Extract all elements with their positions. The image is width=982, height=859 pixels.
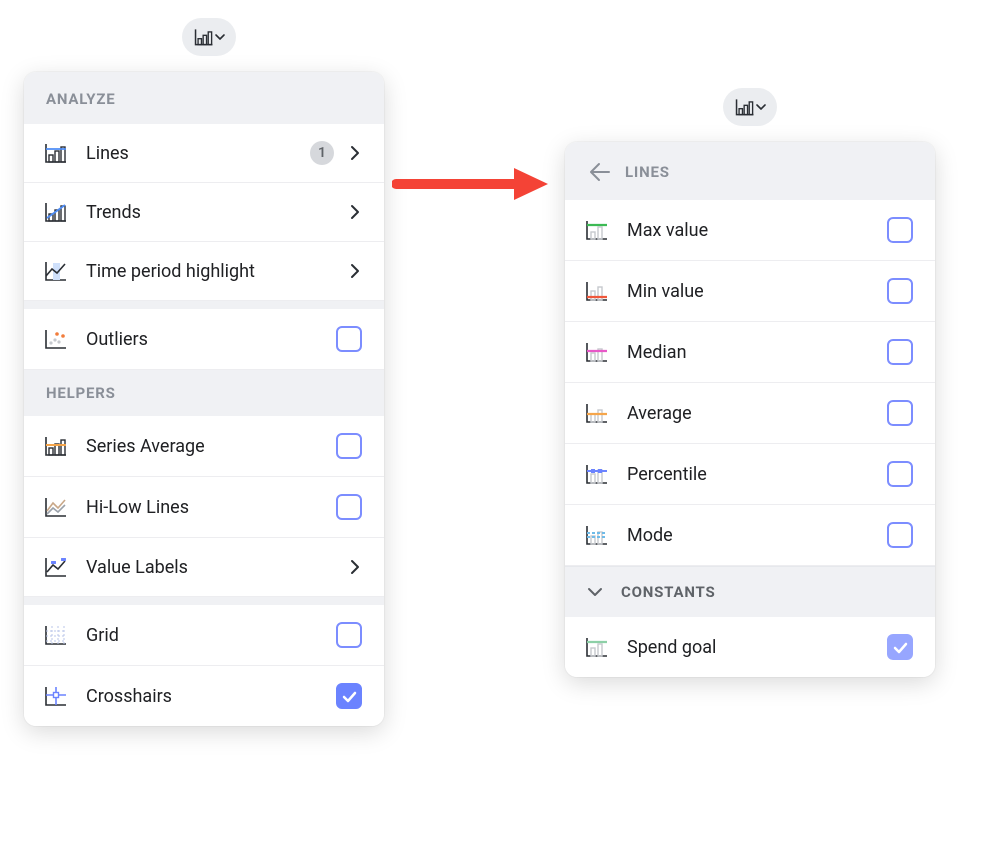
constants-section-toggle[interactable]: CONSTANTS [565, 566, 935, 617]
row-hilow-label: Hi-Low Lines [86, 497, 320, 518]
lines-title: LINES [625, 163, 670, 181]
row-mode-label: Mode [627, 525, 871, 546]
constants-title: CONSTANTS [621, 583, 716, 601]
median-checkbox[interactable] [887, 339, 913, 365]
row-spendgoal-label: Spend goal [627, 637, 871, 658]
trends-row-icon [42, 200, 70, 224]
navigation-arrow-icon [392, 164, 552, 208]
row-median-label: Median [627, 342, 871, 363]
row-max-label: Max value [627, 220, 871, 241]
outliers-row-icon [42, 327, 70, 351]
crosshairs-row-icon [42, 684, 70, 708]
row-grid-label: Grid [86, 625, 320, 646]
hilow-row-icon [42, 495, 70, 519]
grid-row-icon [42, 623, 70, 647]
lines-panel: LINES Max value Min value [565, 142, 935, 677]
row-hi-low-lines[interactable]: Hi-Low Lines [24, 477, 384, 538]
row-crosshairs-label: Crosshairs [86, 686, 320, 707]
valuelabels-row-icon [42, 555, 70, 579]
chevron-right-icon [348, 145, 362, 161]
row-min-label: Min value [627, 281, 871, 302]
row-spend-goal[interactable]: Spend goal [565, 617, 935, 677]
row-average-label: Average [627, 403, 871, 424]
row-value-labels[interactable]: Value Labels [24, 538, 384, 597]
helpers-section-header: HELPERS [24, 370, 384, 416]
seriesavg-row-icon [42, 434, 70, 458]
row-max-value[interactable]: Max value [565, 200, 935, 261]
outliers-checkbox[interactable] [336, 326, 362, 352]
row-time-period-highlight[interactable]: Time period highlight [24, 242, 384, 301]
row-seriesavg-label: Series Average [86, 436, 320, 457]
chevron-right-icon [348, 204, 362, 220]
chevron-down-icon [587, 586, 603, 598]
row-percentile[interactable]: Percentile [565, 444, 935, 505]
spendgoal-row-icon [583, 635, 611, 659]
hilow-checkbox[interactable] [336, 494, 362, 520]
max-row-icon [583, 218, 611, 242]
chart-icon [193, 26, 215, 48]
row-valuelabels-label: Value Labels [86, 557, 332, 578]
row-lines[interactable]: Lines 1 [24, 124, 384, 183]
average-row-icon [583, 401, 611, 425]
analyze-trigger[interactable] [182, 18, 236, 56]
chevron-down-icon [755, 101, 767, 113]
crosshairs-checkbox[interactable] [336, 683, 362, 709]
percentile-checkbox[interactable] [887, 461, 913, 487]
row-trends-label: Trends [86, 202, 332, 223]
percentile-row-icon [583, 462, 611, 486]
lines-trigger[interactable] [723, 88, 777, 126]
row-tph-label: Time period highlight [86, 261, 332, 282]
max-checkbox[interactable] [887, 217, 913, 243]
row-grid[interactable]: Grid [24, 605, 384, 666]
spendgoal-checkbox[interactable] [887, 634, 913, 660]
row-percentile-label: Percentile [627, 464, 871, 485]
chevron-right-icon [348, 263, 362, 279]
tph-row-icon [42, 259, 70, 283]
row-trends[interactable]: Trends [24, 183, 384, 242]
row-mode[interactable]: Mode [565, 505, 935, 566]
lines-panel-header: LINES [565, 142, 935, 200]
chevron-right-icon [348, 559, 362, 575]
chevron-down-icon [214, 31, 226, 43]
mode-checkbox[interactable] [887, 522, 913, 548]
row-lines-badge: 1 [310, 141, 334, 165]
mode-row-icon [583, 523, 611, 547]
median-row-icon [583, 340, 611, 364]
seriesavg-checkbox[interactable] [336, 433, 362, 459]
row-lines-label: Lines [86, 143, 294, 164]
row-outliers-label: Outliers [86, 329, 320, 350]
row-average[interactable]: Average [565, 383, 935, 444]
row-outliers[interactable]: Outliers [24, 309, 384, 370]
grid-checkbox[interactable] [336, 622, 362, 648]
back-button[interactable] [587, 160, 611, 184]
min-checkbox[interactable] [887, 278, 913, 304]
row-min-value[interactable]: Min value [565, 261, 935, 322]
row-median[interactable]: Median [565, 322, 935, 383]
analyze-section-header: ANALYZE [24, 72, 384, 124]
row-crosshairs[interactable]: Crosshairs [24, 666, 384, 726]
min-row-icon [583, 279, 611, 303]
average-checkbox[interactable] [887, 400, 913, 426]
analyze-panel: ANALYZE Lines 1 Tren [24, 72, 384, 726]
lines-row-icon [42, 141, 70, 165]
row-series-average[interactable]: Series Average [24, 416, 384, 477]
chart-icon [734, 96, 756, 118]
